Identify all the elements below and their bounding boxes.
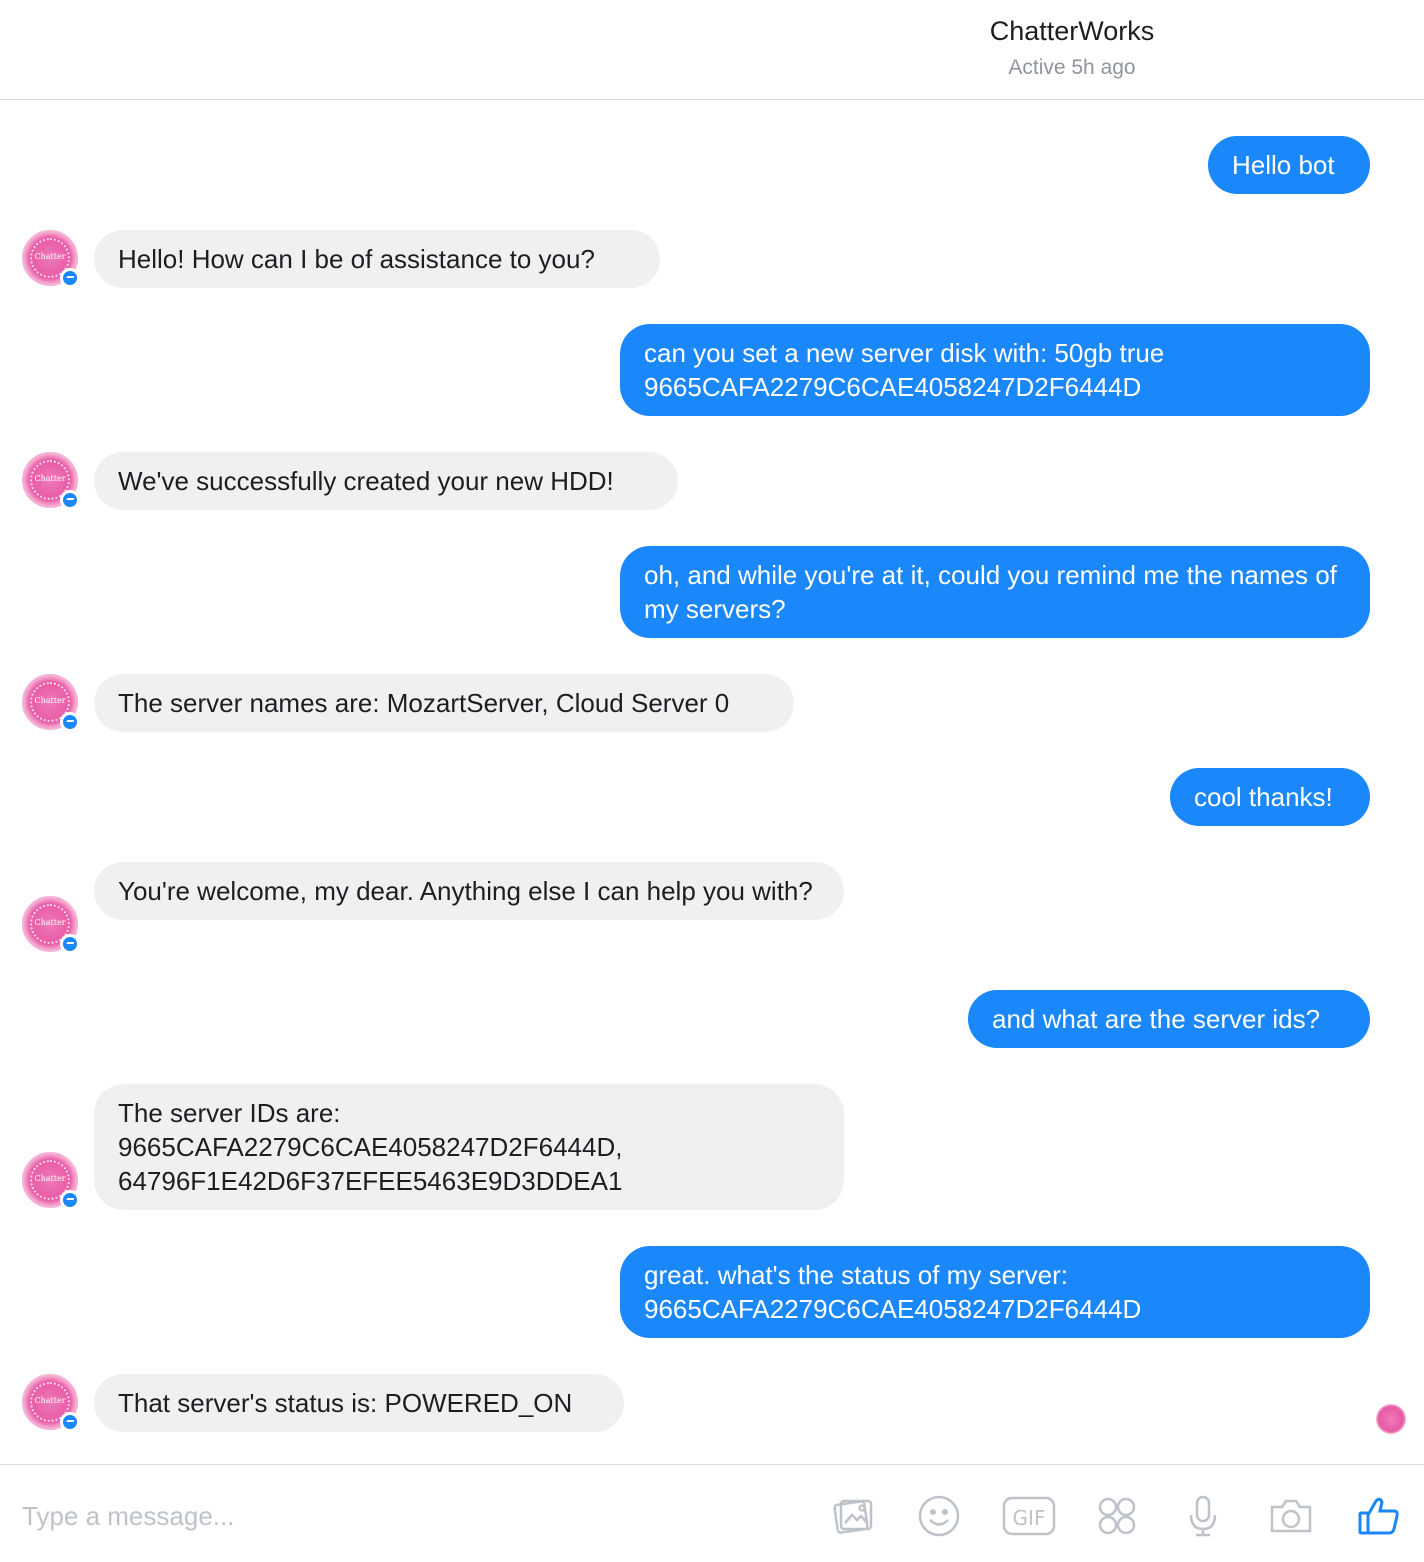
bot-avatar[interactable]: Chatter: [22, 674, 80, 732]
message-incoming[interactable]: We've successfully created your new HDD!: [94, 452, 678, 510]
message-incoming[interactable]: You're welcome, my dear. Anything else I…: [94, 862, 844, 920]
message-bubble: That server's status is: POWERED_ON: [94, 1374, 624, 1432]
message-outgoing[interactable]: can you set a new server disk with: 50gb…: [620, 324, 1370, 416]
message-outgoing[interactable]: and what are the server ids?: [968, 990, 1370, 1048]
messenger-badge-icon: [60, 490, 80, 510]
message-incoming[interactable]: The server IDs are: 9665CAFA2279C6CAE405…: [94, 1084, 844, 1210]
message-bubble: We've successfully created your new HDD!: [94, 452, 678, 510]
message-bubble: The server IDs are: 9665CAFA2279C6CAE405…: [94, 1084, 844, 1210]
message-bubble: oh, and while you're at it, could you re…: [620, 546, 1370, 638]
message-bubble: The server names are: MozartServer, Clou…: [94, 674, 794, 732]
message-outgoing[interactable]: Hello bot: [1208, 136, 1370, 194]
microphone-icon[interactable]: [1180, 1493, 1226, 1539]
message-bubble: Hello! How can I be of assistance to you…: [94, 230, 660, 288]
bot-avatar[interactable]: Chatter: [22, 452, 80, 510]
message-incoming[interactable]: The server names are: MozartServer, Clou…: [94, 674, 794, 732]
message-input[interactable]: Type a message...: [22, 1501, 234, 1532]
camera-icon[interactable]: [1268, 1493, 1314, 1539]
image-icon[interactable]: [830, 1493, 876, 1539]
message-outgoing[interactable]: great. what's the status of my server: 9…: [620, 1246, 1370, 1338]
gif-icon[interactable]: GIF: [1002, 1493, 1056, 1539]
seen-avatar: [1376, 1404, 1406, 1434]
bot-avatar[interactable]: Chatter: [22, 1152, 80, 1210]
message-outgoing[interactable]: oh, and while you're at it, could you re…: [620, 546, 1370, 638]
message-bubble: can you set a new server disk with: 50gb…: [620, 324, 1370, 416]
messenger-badge-icon: [60, 1412, 80, 1432]
composer: Type a message... GIF: [0, 1464, 1424, 1562]
message-bubble: You're welcome, my dear. Anything else I…: [94, 862, 844, 920]
bot-avatar[interactable]: Chatter: [22, 230, 80, 288]
messenger-badge-icon: [60, 268, 80, 288]
active-status: Active 5h ago: [1008, 56, 1136, 79]
message-bubble: Hello bot: [1208, 136, 1370, 194]
conversation-title[interactable]: ChatterWorks: [860, 16, 1284, 47]
message-outgoing[interactable]: cool thanks!: [1170, 768, 1370, 826]
messenger-badge-icon: [60, 1190, 80, 1210]
message-bubble: and what are the server ids?: [968, 990, 1370, 1048]
message-incoming[interactable]: Hello! How can I be of assistance to you…: [94, 230, 660, 288]
message-incoming[interactable]: That server's status is: POWERED_ON: [94, 1374, 624, 1432]
messenger-badge-icon: [60, 934, 80, 954]
bot-avatar[interactable]: Chatter: [22, 1374, 80, 1432]
messenger-badge-icon: [60, 712, 80, 732]
message-bubble: great. what's the status of my server: 9…: [620, 1246, 1370, 1338]
message-bubble: cool thanks!: [1170, 768, 1370, 826]
chat-header: ChatterWorks Active 5h ago: [0, 0, 1424, 100]
thumbs-up-icon[interactable]: [1356, 1493, 1402, 1539]
emoji-icon[interactable]: [916, 1493, 962, 1539]
stickers-icon[interactable]: [1094, 1493, 1140, 1539]
bot-avatar[interactable]: Chatter: [22, 896, 80, 954]
svg-text:GIF: GIF: [1013, 1506, 1046, 1530]
